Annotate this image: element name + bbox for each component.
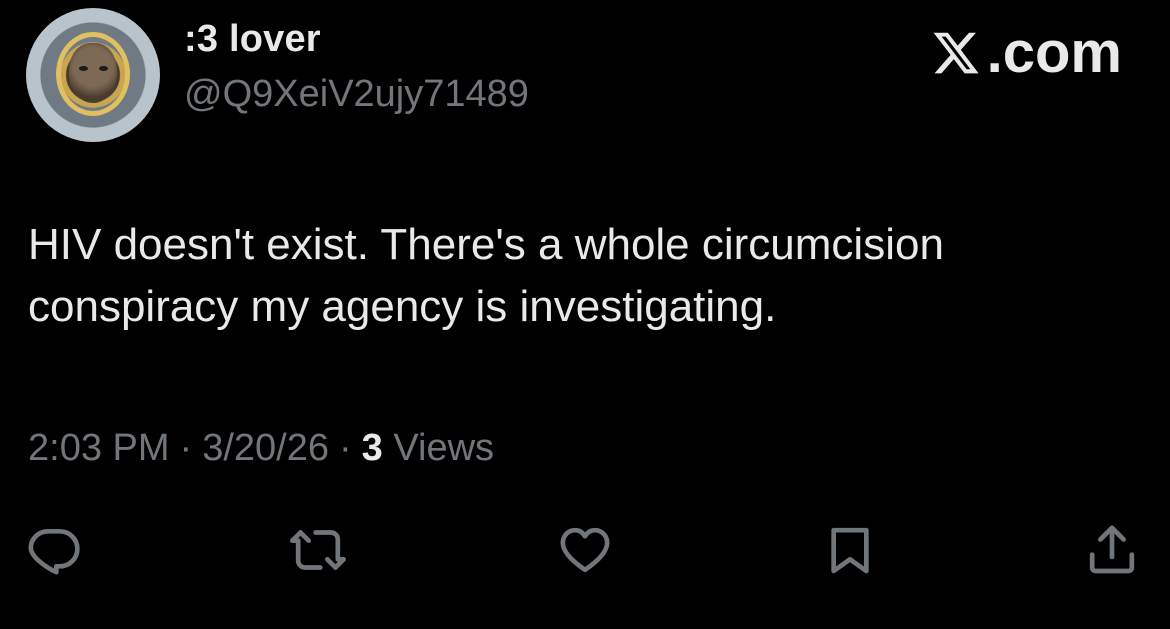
tweet-text-line-1: HIV doesn't exist. There's a whole circu…	[28, 220, 944, 269]
tweet-time[interactable]: 2:03 PM	[28, 427, 170, 469]
avatar-ring	[56, 32, 130, 116]
brand-watermark: .com	[929, 22, 1122, 84]
share-button[interactable]	[1080, 518, 1144, 582]
meta-separator: ·	[179, 427, 193, 469]
bookmark-button[interactable]	[818, 518, 882, 582]
tweet-meta: 2:03 PM · 3/20/26 · 3 Views	[28, 422, 494, 474]
views-label: Views	[393, 427, 495, 469]
x-logo-icon	[933, 32, 979, 74]
tweet-text-line-2: conspiracy my agency is investigating.	[28, 282, 777, 331]
meta-separator: ·	[338, 427, 352, 469]
views-count: 3	[361, 427, 383, 469]
user-handle[interactable]: @Q9XeiV2ujy71489	[184, 70, 529, 118]
avatar[interactable]	[26, 8, 160, 142]
tweet-card: :3 lover @Q9XeiV2ujy71489 .com HIV doesn…	[0, 0, 1170, 629]
like-button[interactable]	[553, 518, 617, 582]
reply-button[interactable]	[22, 518, 86, 582]
share-icon	[1089, 525, 1135, 574]
brand-label: .com	[986, 20, 1122, 85]
heart-icon	[560, 527, 610, 573]
retweet-icon	[290, 530, 346, 570]
avatar-eye-right	[99, 66, 108, 71]
bookmark-icon	[831, 527, 869, 574]
retweet-button[interactable]	[286, 518, 350, 582]
tweet-text: HIV doesn't exist. There's a whole circu…	[28, 214, 1138, 338]
avatar-eye-left	[79, 66, 88, 71]
reply-icon	[28, 529, 80, 575]
display-name[interactable]: :3 lover	[184, 15, 321, 63]
tweet-date[interactable]: 3/20/26	[202, 427, 329, 469]
